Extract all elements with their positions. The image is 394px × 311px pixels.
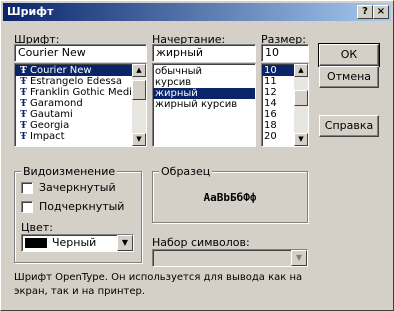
style-list-item[interactable]: жирный курсив [153,99,255,110]
scroll-up-icon[interactable]: ▲ [294,64,308,77]
scroll-thumb[interactable] [294,90,308,106]
size-list-item-label: 14 [264,98,277,109]
chevron-down-icon[interactable]: ▼ [117,235,133,251]
strikeout-label[interactable]: Зачеркнутый [39,181,116,194]
chevron-down-icon[interactable]: ▼ [291,250,307,266]
style-list-item-label: обычный [155,66,203,77]
help-button[interactable]: Справка [319,115,379,137]
size-list-scrollbar[interactable]: ▲ ▼ [294,64,308,146]
font-list-item[interactable]: Ŧ Courier New [15,65,146,76]
font-list-item-label: Courier New [30,65,92,76]
font-list-item-label: Franklin Gothic Mediu [30,87,139,98]
size-list-item-label: 10 [264,65,277,76]
font-list[interactable]: Ŧ Courier New Ŧ Estrangelo Edessa Ŧ Franklin … [14,63,147,147]
opentype-font-icon: Ŧ [20,66,27,76]
effects-title: Видоизменение [21,165,118,178]
style-input[interactable]: жирный [152,44,256,62]
help-icon[interactable]: ? [357,5,373,19]
size-input[interactable]: 10 [261,44,309,62]
opentype-font-icon: Ŧ [20,132,27,142]
style-list-item[interactable]: жирный [153,88,255,99]
underline-label[interactable]: Подчеркнутый [39,200,124,213]
opentype-font-icon: Ŧ [20,88,27,98]
window-title: Шрифт [7,5,54,18]
strikeout-checkbox[interactable] [21,182,33,194]
style-list-item-label: курсив [155,77,192,88]
style-list-item-label: жирный [155,88,198,99]
style-list-item[interactable]: курсив [153,77,255,88]
font-name-input[interactable]: Courier New [14,44,147,62]
font-list-item-label: Impact [30,131,65,142]
sample-text: AaBbБбФф [203,191,257,204]
size-list-item-label: 18 [264,120,277,131]
font-list-scrollbar[interactable]: ▲ ▼ [132,64,146,146]
font-description: Шрифт OpenType. Он используется для выво… [14,272,303,297]
size-list-item-label: 16 [264,109,277,120]
font-list-item[interactable]: Ŧ Impact [15,131,146,142]
size-list-item-label: 12 [264,87,277,98]
charset-label: Набор символов: [152,236,250,249]
font-list-item[interactable]: Ŧ Gautami [15,109,146,120]
sample-title: Образец [159,165,213,178]
font-list-item-label: Estrangelo Edessa [30,76,122,87]
ok-button[interactable]: ОК [318,43,380,67]
color-select[interactable]: Черный ▼ [21,234,134,252]
opentype-font-icon: Ŧ [20,99,27,109]
charset-select[interactable]: ▼ [152,249,308,267]
size-list-item-label: 11 [264,76,277,87]
size-list[interactable]: 10 11 12 14 16 18 20 ▲ ▼ [261,63,309,147]
opentype-font-icon: Ŧ [20,77,27,87]
font-list-item-label: Georgia [30,120,70,131]
color-value: Черный [52,236,97,249]
font-list-item[interactable]: Ŧ Estrangelo Edessa [15,76,146,87]
opentype-font-icon: Ŧ [20,110,27,120]
title-bar[interactable]: Шрифт ? × [3,3,391,21]
scroll-down-icon[interactable]: ▼ [132,133,146,146]
scroll-thumb[interactable] [132,80,146,100]
font-list-item[interactable]: Ŧ Garamond [15,98,146,109]
color-swatch [25,238,47,248]
opentype-font-icon: Ŧ [20,121,27,131]
font-dialog: Шрифт ? × Шрифт: Courier New Ŧ Courier Ne… [0,0,394,311]
scroll-down-icon[interactable]: ▼ [294,133,308,146]
style-list-item[interactable]: обычный [153,66,255,77]
underline-checkbox[interactable] [21,201,33,213]
color-label: Цвет: [21,221,53,234]
font-list-item-label: Gautami [30,109,73,120]
scroll-up-icon[interactable]: ▲ [132,64,146,77]
font-list-item[interactable]: Ŧ Franklin Gothic Mediu [15,87,146,98]
size-list-item-label: 20 [264,131,277,142]
style-list-item-label: жирный курсив [155,99,238,110]
cancel-button[interactable]: Отмена [319,66,379,88]
close-icon[interactable]: × [373,5,389,19]
font-list-item[interactable]: Ŧ Georgia [15,120,146,131]
style-list[interactable]: обычный курсив жирный жирный курсив [152,63,256,147]
font-list-item-label: Garamond [30,98,83,109]
